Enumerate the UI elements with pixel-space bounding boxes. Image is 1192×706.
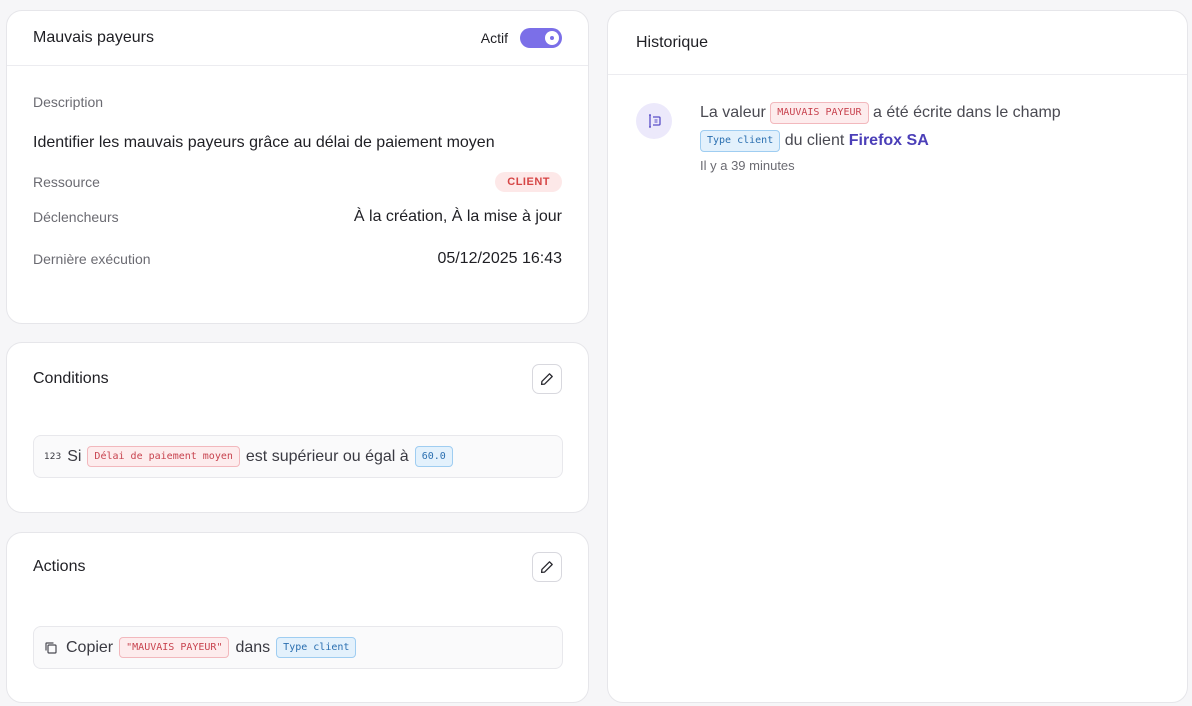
toggle-knob bbox=[545, 31, 559, 45]
last-run-label: Dernière exécution bbox=[33, 251, 151, 267]
active-label: Actif bbox=[480, 30, 508, 46]
description-label: Description bbox=[33, 94, 104, 110]
resource-label: Ressource bbox=[33, 174, 100, 190]
description-value: Identifier les mauvais payeurs grâce au … bbox=[33, 134, 495, 151]
pencil-icon bbox=[540, 561, 553, 574]
rule-details-card: Mauvais payeurs Actif Description Identi… bbox=[6, 10, 589, 324]
history-text-client: du client bbox=[784, 132, 845, 149]
history-timestamp: Il y a 39 minutes bbox=[700, 158, 795, 173]
history-value-tag: MAUVAIS PAYEUR bbox=[770, 101, 869, 124]
condition-operator: est supérieur ou égal à bbox=[245, 447, 409, 465]
history-text-before: La valeur bbox=[700, 104, 766, 121]
last-run-row: Dernière exécution 05/12/2025 16:43 bbox=[33, 250, 562, 268]
actions-header: Actions bbox=[7, 533, 588, 601]
actions-card: Actions Copier "MAUVAIS PAYEUR" dans Typ… bbox=[6, 532, 589, 703]
conditions-title: Conditions bbox=[33, 370, 109, 387]
edit-conditions-button[interactable] bbox=[532, 364, 562, 394]
conditions-card: Conditions 123 Si Délai de paiement moye… bbox=[6, 342, 589, 513]
condition-prefix: Si bbox=[67, 447, 82, 465]
action-connector: dans bbox=[235, 638, 271, 656]
history-item: La valeur MAUVAIS PAYEUR a été écrite da… bbox=[636, 99, 1140, 173]
history-text-middle: a été écrite dans le champ bbox=[873, 104, 1061, 121]
copy-icon bbox=[45, 641, 57, 654]
active-toggle-group: Actif bbox=[481, 28, 562, 48]
action-value-tag: "MAUVAIS PAYEUR" bbox=[119, 637, 230, 658]
history-header: Historique bbox=[608, 11, 1187, 75]
condition-field-tag: Délai de paiement moyen bbox=[87, 446, 240, 467]
condition-rule: 123 Si Délai de paiement moyen est supér… bbox=[33, 435, 563, 478]
rule-title: Mauvais payeurs bbox=[33, 29, 154, 46]
action-rule: Copier "MAUVAIS PAYEUR" dans Type client bbox=[33, 626, 563, 669]
history-field-tag: Type client bbox=[700, 129, 781, 152]
triggers-value: À la création, À la mise à jour bbox=[353, 208, 562, 225]
rule-body: Description Identifier les mauvais payeu… bbox=[7, 66, 588, 268]
number-type-icon: 123 bbox=[44, 451, 62, 462]
triggers-row: Déclencheurs À la création, À la mise à … bbox=[33, 208, 562, 226]
resource-row: Ressource CLIENT bbox=[33, 172, 562, 192]
text-field-edit-icon bbox=[636, 103, 672, 139]
history-title: Historique bbox=[636, 33, 709, 51]
history-message: La valeur MAUVAIS PAYEUR a été écrite da… bbox=[700, 99, 1140, 155]
conditions-header: Conditions bbox=[7, 343, 588, 415]
action-verb: Copier bbox=[66, 638, 114, 656]
actions-title: Actions bbox=[33, 558, 86, 575]
active-toggle[interactable] bbox=[520, 28, 562, 48]
history-card: Historique La valeur MAUVAIS PAYEUR a ét… bbox=[607, 10, 1188, 703]
resource-badge: CLIENT bbox=[495, 172, 562, 192]
condition-value-tag: 60.0 bbox=[414, 446, 453, 467]
triggers-label: Déclencheurs bbox=[33, 209, 119, 225]
action-target-tag: Type client bbox=[276, 637, 357, 658]
last-run-value: 05/12/2025 16:43 bbox=[437, 250, 562, 267]
pencil-icon bbox=[540, 373, 553, 386]
rule-header: Mauvais payeurs Actif bbox=[7, 11, 588, 66]
history-client-link[interactable]: Firefox SA bbox=[849, 132, 929, 149]
edit-actions-button[interactable] bbox=[532, 552, 562, 582]
